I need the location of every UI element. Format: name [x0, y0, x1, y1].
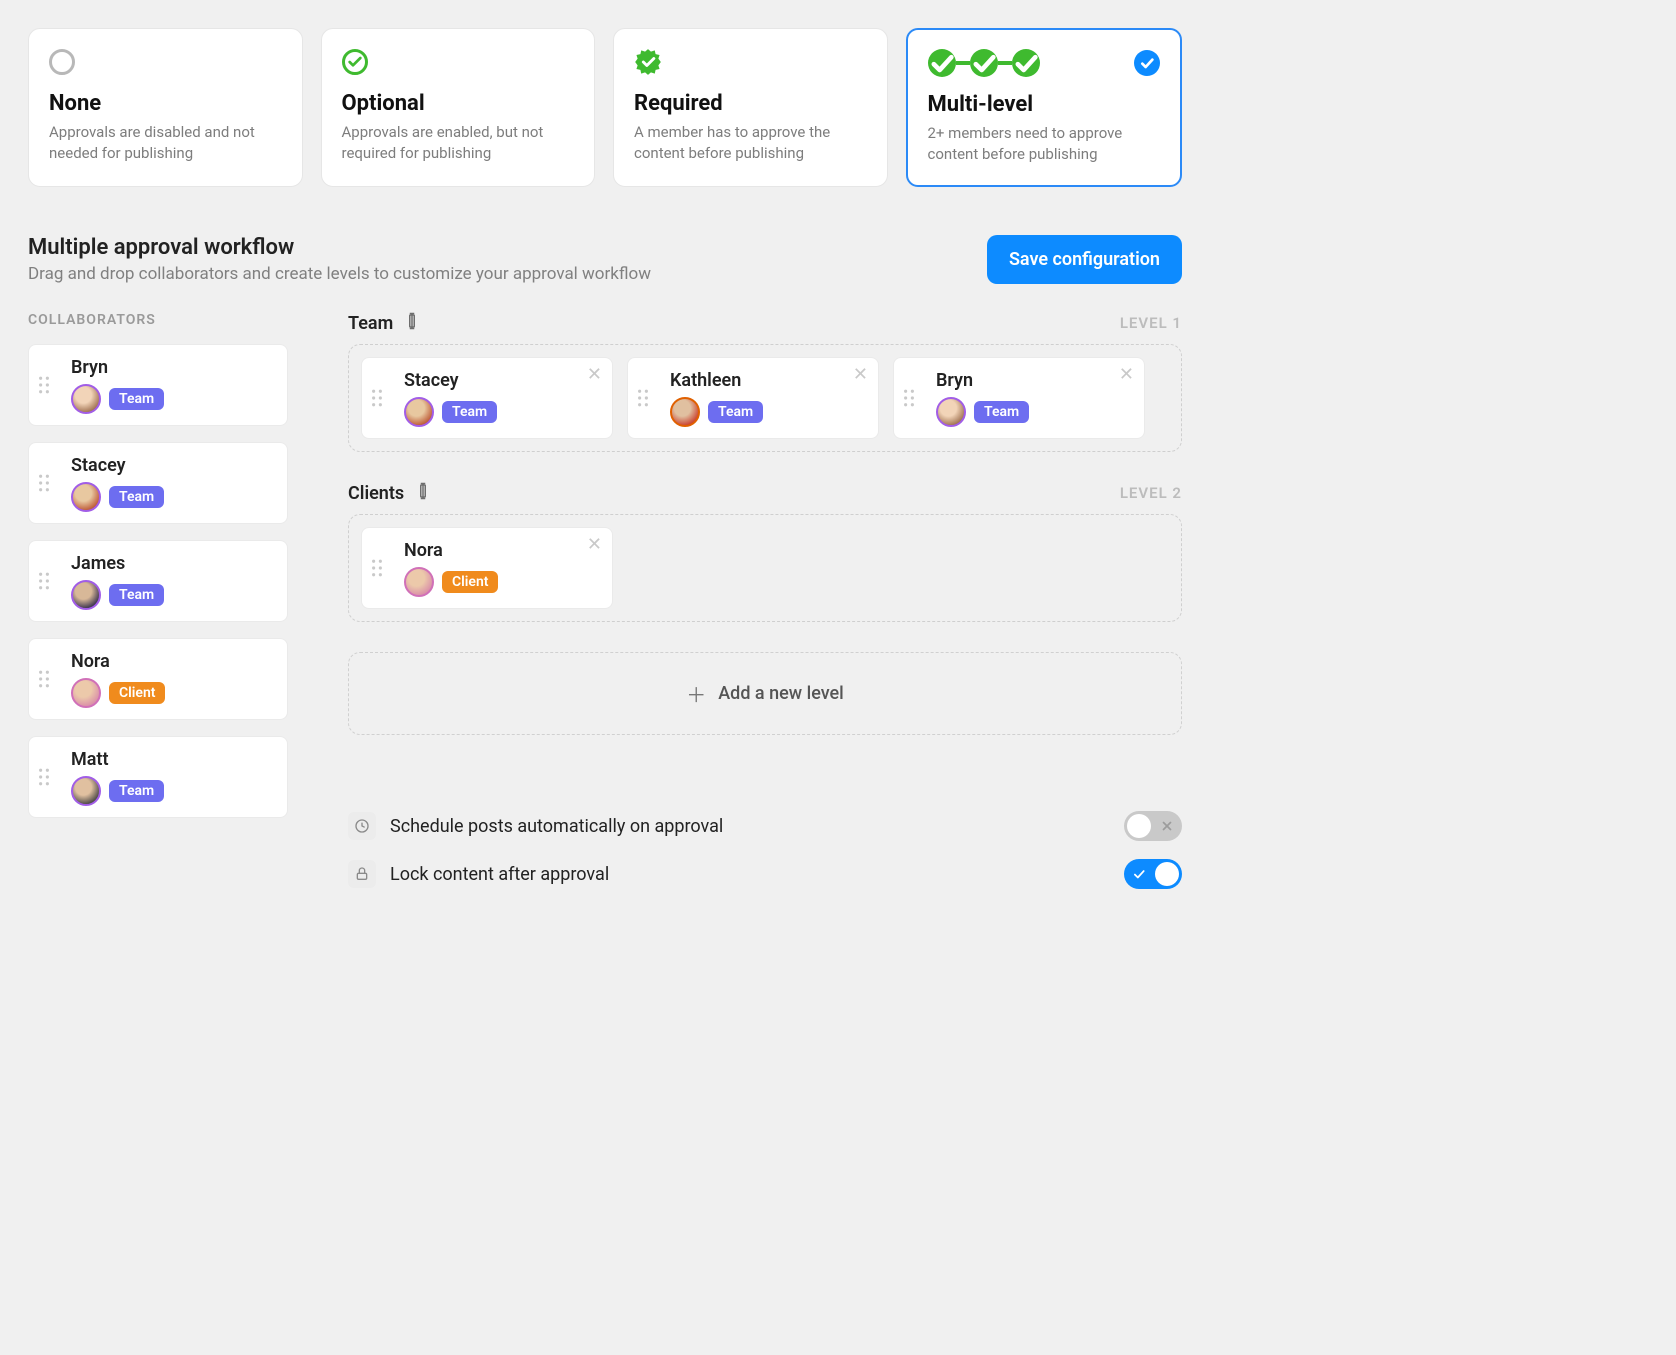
lock-icon — [348, 860, 376, 888]
toggle-label: Lock content after approval — [390, 864, 609, 885]
avatar — [71, 678, 101, 708]
collaborator-card[interactable]: Matt Team — [28, 736, 288, 818]
role-badge: Team — [109, 780, 164, 802]
collaborator-card[interactable]: Bryn Team — [28, 344, 288, 426]
role-badge: Team — [974, 401, 1029, 423]
member-name: Stacey — [404, 370, 600, 391]
drag-handle-icon[interactable] — [29, 345, 59, 425]
save-configuration-button[interactable]: Save configuration — [987, 235, 1182, 284]
member-name: Kathleen — [670, 370, 866, 391]
rename-icon[interactable] — [414, 482, 432, 504]
plus-icon: ＋ — [686, 679, 706, 708]
drag-handle-icon[interactable] — [29, 737, 59, 817]
check-badge-icon — [634, 48, 662, 76]
level-block: Team LEVEL 1 ✕ Stacey Team ✕ — [348, 312, 1182, 452]
avatar — [71, 384, 101, 414]
level-member-card[interactable]: ✕ Kathleen Team — [627, 357, 879, 439]
workflow-section-header: Multiple approval workflow Drag and drop… — [28, 235, 1182, 284]
drag-handle-icon[interactable] — [29, 541, 59, 621]
drag-handle-icon[interactable] — [29, 639, 59, 719]
section-subtitle: Drag and drop collaborators and create l… — [28, 264, 651, 284]
collaborator-name: Stacey — [71, 455, 275, 476]
avatar — [71, 776, 101, 806]
collaborator-card[interactable]: Stacey Team — [28, 442, 288, 524]
collaborator-name: Matt — [71, 749, 275, 770]
option-none[interactable]: None Approvals are disabled and not need… — [28, 28, 303, 187]
level-name: Clients — [348, 483, 404, 504]
level-member-card[interactable]: ✕ Bryn Team — [893, 357, 1145, 439]
option-optional[interactable]: Optional Approvals are enabled, but not … — [321, 28, 596, 187]
level-member-card[interactable]: ✕ Nora Client — [361, 527, 613, 609]
option-required[interactable]: Required A member has to approve the con… — [613, 28, 888, 187]
collaborator-card[interactable]: Nora Client — [28, 638, 288, 720]
collaborator-name: Nora — [71, 651, 275, 672]
option-title: Required — [634, 91, 867, 116]
collaborator-name: Bryn — [71, 357, 275, 378]
levels-column: Team LEVEL 1 ✕ Stacey Team ✕ — [348, 312, 1182, 889]
rename-icon[interactable] — [403, 312, 421, 334]
level-number-label: LEVEL 1 — [1120, 314, 1182, 332]
role-badge: Team — [708, 401, 763, 423]
level-block: Clients LEVEL 2 ✕ Nora Client — [348, 482, 1182, 622]
toggles-section: Schedule posts automatically on approval… — [348, 811, 1182, 889]
remove-member-button[interactable]: ✕ — [587, 366, 602, 384]
level-member-card[interactable]: ✕ Stacey Team — [361, 357, 613, 439]
avatar — [404, 397, 434, 427]
avatar — [936, 397, 966, 427]
add-level-button[interactable]: ＋ Add a new level — [348, 652, 1182, 735]
none-icon — [49, 49, 75, 75]
drag-handle-icon[interactable] — [29, 443, 59, 523]
option-multi-level[interactable]: Multi-level 2+ members need to approve c… — [906, 28, 1183, 187]
avatar — [404, 567, 434, 597]
remove-member-button[interactable]: ✕ — [587, 536, 602, 554]
drag-handle-icon[interactable] — [362, 358, 392, 438]
option-desc: A member has to approve the content befo… — [634, 122, 867, 164]
avatar — [670, 397, 700, 427]
member-name: Nora — [404, 540, 600, 561]
section-title: Multiple approval workflow — [28, 235, 651, 260]
lock-toggle[interactable] — [1124, 859, 1182, 889]
level-dropzone[interactable]: ✕ Nora Client — [348, 514, 1182, 622]
approval-options: None Approvals are disabled and not need… — [28, 28, 1182, 187]
collaborators-heading: COLLABORATORS — [28, 312, 288, 328]
role-badge: Team — [109, 388, 164, 410]
option-title: Multi-level — [928, 92, 1161, 117]
level-name: Team — [348, 313, 393, 334]
toggle-row-lock: Lock content after approval — [348, 859, 1182, 889]
remove-member-button[interactable]: ✕ — [853, 366, 868, 384]
check-circle-outline-icon — [342, 49, 368, 75]
workflow-area: COLLABORATORS Bryn Team Stacey Team Ja — [28, 312, 1182, 889]
role-badge: Team — [442, 401, 497, 423]
option-title: Optional — [342, 91, 575, 116]
member-name: Bryn — [936, 370, 1132, 391]
clock-icon — [348, 812, 376, 840]
role-badge: Client — [109, 682, 165, 704]
remove-member-button[interactable]: ✕ — [1119, 366, 1134, 384]
avatar — [71, 482, 101, 512]
collaborator-name: James — [71, 553, 275, 574]
option-title: None — [49, 91, 282, 116]
role-badge: Team — [109, 584, 164, 606]
drag-handle-icon[interactable] — [894, 358, 924, 438]
drag-handle-icon[interactable] — [628, 358, 658, 438]
option-desc: Approvals are disabled and not needed fo… — [49, 122, 282, 164]
toggle-row-schedule: Schedule posts automatically on approval — [348, 811, 1182, 841]
collaborators-sidebar: COLLABORATORS Bryn Team Stacey Team Ja — [28, 312, 288, 818]
add-level-label: Add a new level — [718, 683, 844, 704]
level-number-label: LEVEL 2 — [1120, 484, 1182, 502]
avatar — [71, 580, 101, 610]
drag-handle-icon[interactable] — [362, 528, 392, 608]
toggle-label: Schedule posts automatically on approval — [390, 816, 723, 837]
option-desc: 2+ members need to approve content befor… — [928, 123, 1161, 165]
level-dropzone[interactable]: ✕ Stacey Team ✕ Kathleen Team — [348, 344, 1182, 452]
role-badge: Client — [442, 571, 498, 593]
schedule-toggle[interactable] — [1124, 811, 1182, 841]
selected-check-icon — [1134, 50, 1160, 76]
option-desc: Approvals are enabled, but not required … — [342, 122, 575, 164]
multi-check-chain-icon — [928, 49, 1040, 77]
role-badge: Team — [109, 486, 164, 508]
collaborator-card[interactable]: James Team — [28, 540, 288, 622]
